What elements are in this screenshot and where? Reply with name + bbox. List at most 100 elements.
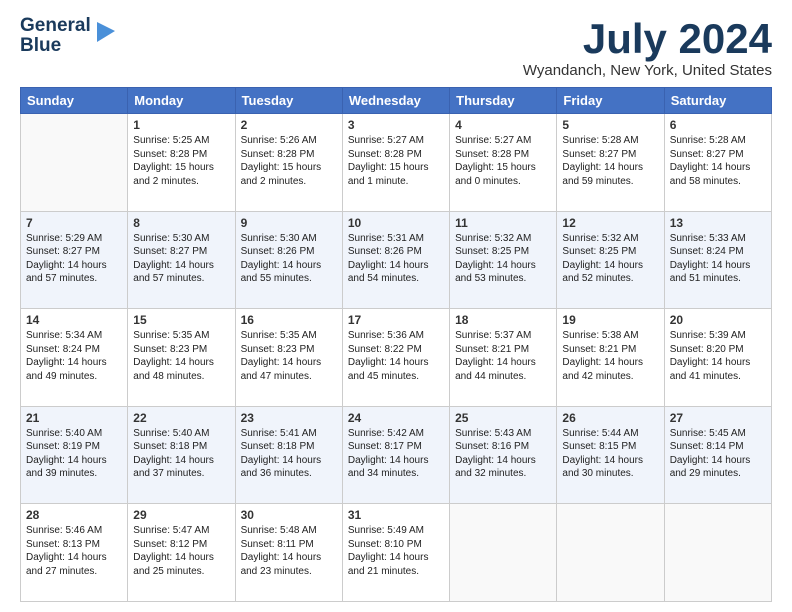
day-number: 10 (348, 216, 444, 230)
header-tuesday: Tuesday (235, 88, 342, 114)
day-info: Sunrise: 5:27 AMSunset: 8:28 PMDaylight:… (455, 134, 551, 188)
day-info: Sunrise: 5:26 AMSunset: 8:28 PMDaylight:… (241, 134, 337, 188)
calendar-cell: 4 Sunrise: 5:27 AMSunset: 8:28 PMDaylight… (450, 114, 557, 212)
calendar-cell: 1Sunrise: 5:25 AMSunset: 8:28 PMDaylight… (128, 114, 235, 212)
day-info: Sunrise: 5:41 AMSunset: 8:18 PMDaylight:… (241, 427, 337, 481)
calendar-cell: 8 Sunrise: 5:30 AMSunset: 8:27 PMDaylight… (128, 211, 235, 309)
day-info: Sunrise: 5:44 AMSunset: 8:15 PMDaylight:… (562, 427, 658, 481)
calendar-cell: 7 Sunrise: 5:29 AMSunset: 8:27 PMDaylight… (21, 211, 128, 309)
calendar-cell: 25Sunrise: 5:43 AMSunset: 8:16 PMDayligh… (450, 406, 557, 504)
day-number: 25 (455, 411, 551, 425)
header-thursday: Thursday (450, 88, 557, 114)
day-number: 12 (562, 216, 658, 230)
day-info: Sunrise: 5:35 AMSunset: 8:23 PMDaylight:… (133, 329, 229, 383)
day-info: Sunrise: 5:30 AMSunset: 8:27 PMDaylight:… (133, 232, 229, 286)
calendar-cell: 2 Sunrise: 5:26 AMSunset: 8:28 PMDaylight… (235, 114, 342, 212)
day-number: 21 (26, 411, 122, 425)
day-number: 16 (241, 313, 337, 327)
calendar-cell: 23 Sunrise: 5:41 AMSunset: 8:18 PMDayligh… (235, 406, 342, 504)
calendar-cell: 29 Sunrise: 5:47 AMSunset: 8:12 PMDayligh… (128, 504, 235, 602)
calendar-cell: 22 Sunrise: 5:40 AMSunset: 8:18 PMDayligh… (128, 406, 235, 504)
day-number: 24 (348, 411, 444, 425)
day-number: 5 (562, 118, 658, 132)
day-info: Sunrise: 5:33 AMSunset: 8:24 PMDaylight:… (670, 232, 766, 286)
day-number: 23 (241, 411, 337, 425)
day-number: 30 (241, 508, 337, 522)
calendar-table: Sunday Monday Tuesday Wednesday Thursday… (20, 87, 772, 602)
day-number: 11 (455, 216, 551, 230)
header-saturday: Saturday (664, 88, 771, 114)
day-info: Sunrise: 5:35 AMSunset: 8:23 PMDaylight:… (241, 329, 337, 383)
day-number: 15 (133, 313, 229, 327)
day-info: Sunrise: 5:42 AMSunset: 8:17 PMDaylight:… (348, 427, 444, 481)
calendar-cell: 28Sunrise: 5:46 AMSunset: 8:13 PMDayligh… (21, 504, 128, 602)
day-number: 26 (562, 411, 658, 425)
day-info: Sunrise: 5:27 AMSunset: 8:28 PMDaylight:… (348, 134, 444, 188)
day-info: Sunrise: 5:49 AMSunset: 8:10 PMDaylight:… (348, 524, 444, 578)
day-info: Sunrise: 5:32 AMSunset: 8:25 PMDaylight:… (562, 232, 658, 286)
calendar-cell: 11 Sunrise: 5:32 AMSunset: 8:25 PMDayligh… (450, 211, 557, 309)
day-number: 29 (133, 508, 229, 522)
day-info: Sunrise: 5:25 AMSunset: 8:28 PMDaylight:… (133, 134, 229, 188)
day-info: Sunrise: 5:38 AMSunset: 8:21 PMDaylight:… (562, 329, 658, 383)
day-info: Sunrise: 5:47 AMSunset: 8:12 PMDaylight:… (133, 524, 229, 578)
calendar-cell: 30 Sunrise: 5:48 AMSunset: 8:11 PMDayligh… (235, 504, 342, 602)
day-number: 9 (241, 216, 337, 230)
calendar-cell (557, 504, 664, 602)
day-info: Sunrise: 5:30 AMSunset: 8:26 PMDaylight:… (241, 232, 337, 286)
day-info: Sunrise: 5:40 AMSunset: 8:19 PMDaylight:… (26, 427, 122, 481)
day-info: Sunrise: 5:29 AMSunset: 8:27 PMDaylight:… (26, 232, 122, 286)
header-friday: Friday (557, 88, 664, 114)
title-section: July 2024 Wyandanch, New York, United St… (523, 16, 772, 79)
day-info: Sunrise: 5:48 AMSunset: 8:11 PMDaylight:… (241, 524, 337, 578)
calendar-cell: 12 Sunrise: 5:32 AMSunset: 8:25 PMDayligh… (557, 211, 664, 309)
month-title: July 2024 (523, 16, 772, 62)
header-wednesday: Wednesday (342, 88, 449, 114)
calendar-cell (21, 114, 128, 212)
day-number: 6 (670, 118, 766, 132)
day-info: Sunrise: 5:31 AMSunset: 8:26 PMDaylight:… (348, 232, 444, 286)
calendar-cell (664, 504, 771, 602)
day-info: Sunrise: 5:39 AMSunset: 8:20 PMDaylight:… (670, 329, 766, 383)
day-number: 8 (133, 216, 229, 230)
day-number: 3 (348, 118, 444, 132)
logo-triangle-icon (95, 20, 117, 47)
calendar-cell: 10 Sunrise: 5:31 AMSunset: 8:26 PMDayligh… (342, 211, 449, 309)
day-number: 7 (26, 216, 122, 230)
day-info: Sunrise: 5:40 AMSunset: 8:18 PMDaylight:… (133, 427, 229, 481)
calendar-cell: 14Sunrise: 5:34 AMSunset: 8:24 PMDayligh… (21, 309, 128, 407)
calendar-cell: 9 Sunrise: 5:30 AMSunset: 8:26 PMDaylight… (235, 211, 342, 309)
day-number: 27 (670, 411, 766, 425)
calendar-header-row: Sunday Monday Tuesday Wednesday Thursday… (21, 88, 772, 114)
calendar-cell: 3 Sunrise: 5:27 AMSunset: 8:28 PMDaylight… (342, 114, 449, 212)
calendar-cell: 6 Sunrise: 5:28 AMSunset: 8:27 PMDaylight… (664, 114, 771, 212)
day-number: 17 (348, 313, 444, 327)
day-number: 4 (455, 118, 551, 132)
day-number: 20 (670, 313, 766, 327)
day-info: Sunrise: 5:34 AMSunset: 8:24 PMDaylight:… (26, 329, 122, 383)
day-number: 2 (241, 118, 337, 132)
calendar-cell: 31 Sunrise: 5:49 AMSunset: 8:10 PMDayligh… (342, 504, 449, 602)
calendar-cell: 17 Sunrise: 5:36 AMSunset: 8:22 PMDayligh… (342, 309, 449, 407)
day-info: Sunrise: 5:37 AMSunset: 8:21 PMDaylight:… (455, 329, 551, 383)
day-number: 13 (670, 216, 766, 230)
location: Wyandanch, New York, United States (523, 62, 772, 79)
calendar-cell: 18Sunrise: 5:37 AMSunset: 8:21 PMDayligh… (450, 309, 557, 407)
day-number: 22 (133, 411, 229, 425)
calendar-cell: 27Sunrise: 5:45 AMSunset: 8:14 PMDayligh… (664, 406, 771, 504)
calendar-cell: 24 Sunrise: 5:42 AMSunset: 8:17 PMDayligh… (342, 406, 449, 504)
day-info: Sunrise: 5:32 AMSunset: 8:25 PMDaylight:… (455, 232, 551, 286)
calendar-cell: 26 Sunrise: 5:44 AMSunset: 8:15 PMDayligh… (557, 406, 664, 504)
calendar-cell: 19Sunrise: 5:38 AMSunset: 8:21 PMDayligh… (557, 309, 664, 407)
header: General Blue July 2024 Wyandanch, New Yo… (20, 16, 772, 79)
day-number: 28 (26, 508, 122, 522)
day-info: Sunrise: 5:28 AMSunset: 8:27 PMDaylight:… (670, 134, 766, 188)
day-info: Sunrise: 5:36 AMSunset: 8:22 PMDaylight:… (348, 329, 444, 383)
header-monday: Monday (128, 88, 235, 114)
calendar-cell: 13 Sunrise: 5:33 AMSunset: 8:24 PMDayligh… (664, 211, 771, 309)
day-number: 31 (348, 508, 444, 522)
logo: General Blue (20, 16, 117, 56)
logo-blue: Blue (20, 36, 91, 56)
calendar-cell (450, 504, 557, 602)
day-info: Sunrise: 5:28 AMSunset: 8:27 PMDaylight:… (562, 134, 658, 188)
